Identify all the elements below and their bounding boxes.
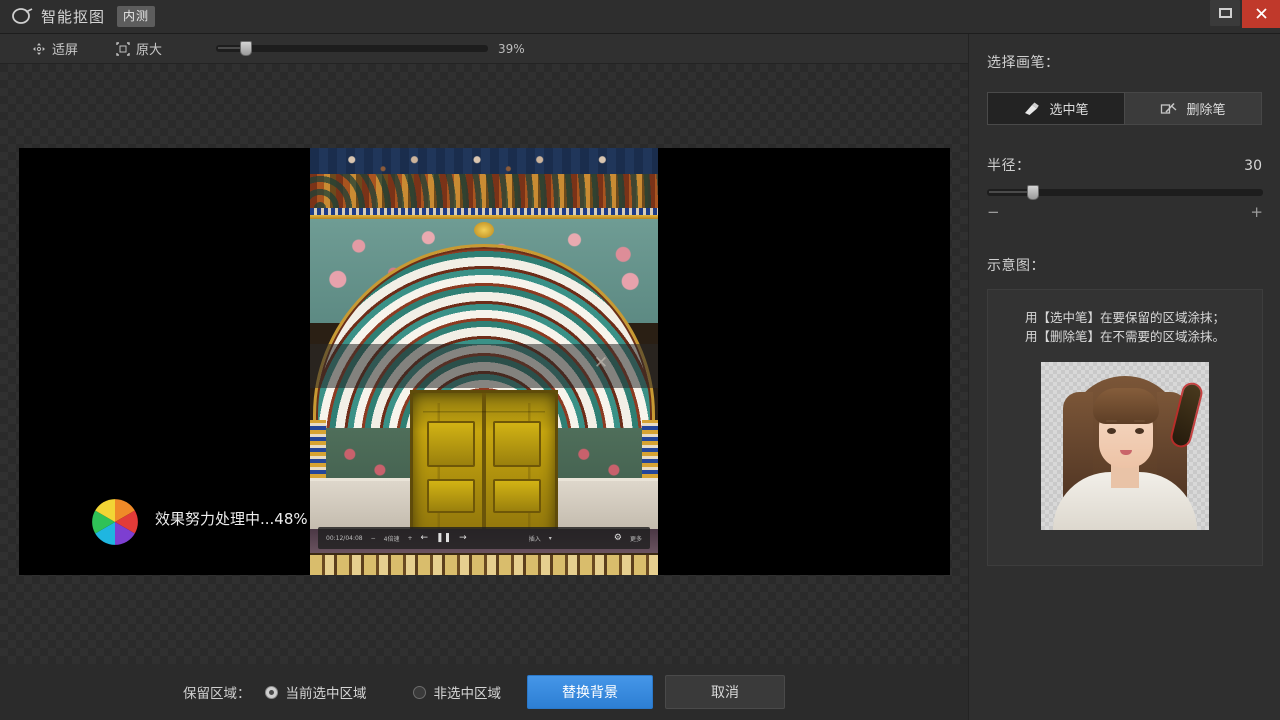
chevron-down-icon[interactable]: ▾: [549, 535, 552, 542]
zoom-percent-label: 39%: [498, 41, 525, 56]
player-speed-minus[interactable]: −: [371, 535, 376, 542]
player-settings-label[interactable]: 更多: [630, 534, 642, 543]
app-title: 智能抠图: [41, 8, 106, 26]
canvas-toolbar: 适屏 原大 39%: [0, 34, 968, 64]
player-time-label: 00:12/04:08: [326, 534, 363, 542]
player-speed-label: 4倍速: [383, 535, 400, 543]
radio-inverse-selection-label: 非选中区域: [433, 686, 502, 702]
zoom-slider-fill: [218, 47, 243, 49]
tools-panel: 选择画笔： 选中笔 删除笔 半径： 30 − + 示意图： 用【选中笔】在要保留…: [968, 34, 1280, 720]
replace-background-button[interactable]: 替换背景: [527, 675, 653, 709]
title-bar: 智能抠图 内测: [0, 0, 1280, 34]
zoom-control[interactable]: 39%: [216, 41, 538, 56]
pause-icon[interactable]: ❚❚: [436, 533, 451, 543]
image-ornament-bottom: [310, 553, 658, 575]
radio-button-checked-icon[interactable]: [264, 685, 278, 699]
demo-portrait-brow-left: [1106, 420, 1117, 422]
keep-region-label: 保留区域：: [183, 686, 251, 702]
original-size-button[interactable]: 原大: [108, 36, 170, 61]
image-sunburst: [474, 222, 494, 238]
image-door-panel: [427, 479, 475, 513]
radius-decrease-button[interactable]: −: [987, 203, 1000, 221]
demo-portrait-eye-left: [1107, 428, 1116, 434]
image-door-panel: [493, 479, 541, 513]
cancel-button[interactable]: 取消: [665, 675, 785, 709]
zoom-slider-thumb[interactable]: [240, 41, 253, 56]
radius-header: 半径： 30: [987, 155, 1262, 175]
fit-screen-label: 适屏: [52, 43, 79, 58]
image-frame: 00:12/04:08 − 4倍速 + ← ❚❚ → 插入 ▾ ⚙ 更多 ✕ 效…: [19, 148, 950, 575]
embedded-player-bar[interactable]: 00:12/04:08 − 4倍速 + ← ❚❚ → 插入 ▾ ⚙ 更多: [318, 527, 650, 549]
image-ornament-top: [310, 148, 658, 174]
maximize-button[interactable]: [1210, 0, 1240, 26]
radio-current-selection-label: 当前选中区域: [285, 686, 367, 702]
brush-select-label: 选中笔: [1049, 103, 1089, 118]
close-icon: [1255, 8, 1267, 19]
original-size-icon: [116, 41, 130, 56]
fit-screen-icon: [33, 42, 45, 55]
action-bar: 保留区域： 当前选中区域 非选中区域 替换背景 取消: [0, 664, 968, 720]
marker-pen-icon: [1025, 102, 1040, 115]
radius-stepper: − +: [987, 203, 1263, 221]
brush-section-label: 选择画笔：: [987, 55, 1060, 71]
radius-slider-fill: [989, 191, 1029, 193]
gear-icon[interactable]: ⚙: [614, 533, 622, 543]
window-controls: [1210, 0, 1280, 34]
image-ornament-blueline: [310, 208, 658, 215]
maximize-icon: [1218, 7, 1232, 18]
radius-increase-button[interactable]: +: [1250, 203, 1263, 221]
editor-canvas[interactable]: 00:12/04:08 − 4倍速 + ← ❚❚ → 插入 ▾ ⚙ 更多 ✕ 效…: [0, 64, 968, 664]
image-ornament-arches: [310, 174, 658, 208]
demo-portrait-eye-right: [1135, 428, 1144, 434]
image-door-panel: [493, 421, 541, 467]
brush-erase-button[interactable]: 删除笔: [1125, 92, 1262, 125]
processing-status-text: 效果努力处理中...48%: [155, 510, 308, 528]
aperture-spinner-icon: [92, 499, 138, 545]
original-size-label: 原大: [136, 43, 163, 58]
player-insert-label[interactable]: 插入: [529, 534, 541, 543]
eraser-icon: [1161, 102, 1177, 114]
radio-current-selection[interactable]: 当前选中区域: [264, 682, 367, 702]
demo-instructions: 用【选中笔】在要保留的区域涂抹； 用【删除笔】在不需要的区域涂抹。: [988, 308, 1262, 346]
radio-inverse-selection[interactable]: 非选中区域: [412, 682, 502, 702]
radius-value: 30: [1244, 158, 1262, 174]
brush-select-button[interactable]: 选中笔: [987, 92, 1125, 125]
fit-screen-button[interactable]: 适屏: [24, 36, 86, 61]
demo-section-label: 示意图：: [987, 258, 1045, 274]
player-speed-plus[interactable]: +: [407, 535, 412, 542]
source-image[interactable]: 00:12/04:08 − 4倍速 + ← ❚❚ → 插入 ▾ ⚙ 更多 ✕: [310, 148, 658, 575]
demo-portrait-brow-right: [1134, 420, 1145, 422]
beta-badge: 内测: [117, 6, 156, 27]
processing-close-icon[interactable]: ✕: [592, 354, 610, 372]
image-door-panel: [427, 421, 475, 467]
demo-image: [1041, 362, 1209, 530]
brush-erase-label: 删除笔: [1186, 103, 1226, 118]
radius-label: 半径：: [987, 158, 1031, 174]
step-backward-icon[interactable]: ←: [421, 533, 429, 543]
demo-panel: 用【选中笔】在要保留的区域涂抹； 用【删除笔】在不需要的区域涂抹。: [987, 289, 1263, 566]
brush-toggle-group: 选中笔 删除笔: [987, 92, 1262, 125]
zoom-slider-track[interactable]: [216, 41, 489, 56]
demo-portrait-bangs: [1093, 388, 1159, 424]
radius-slider-thumb[interactable]: [1027, 185, 1039, 200]
radio-button-icon[interactable]: [412, 685, 426, 699]
step-forward-icon[interactable]: →: [459, 533, 467, 543]
app-logo-icon: [9, 4, 35, 30]
demo-instruction-line: 用【选中笔】在要保留的区域涂抹；: [1024, 310, 1225, 325]
radius-slider-track[interactable]: [987, 185, 1263, 200]
app-window: 智能抠图 内测 适屏 原大 39% 00:12/04:08 − 4倍速 + ← …: [0, 0, 1280, 720]
close-button[interactable]: [1242, 0, 1280, 28]
demo-instruction-line: 用【删除笔】在不需要的区域涂抹。: [1024, 329, 1225, 344]
image-golden-door: [410, 390, 558, 550]
